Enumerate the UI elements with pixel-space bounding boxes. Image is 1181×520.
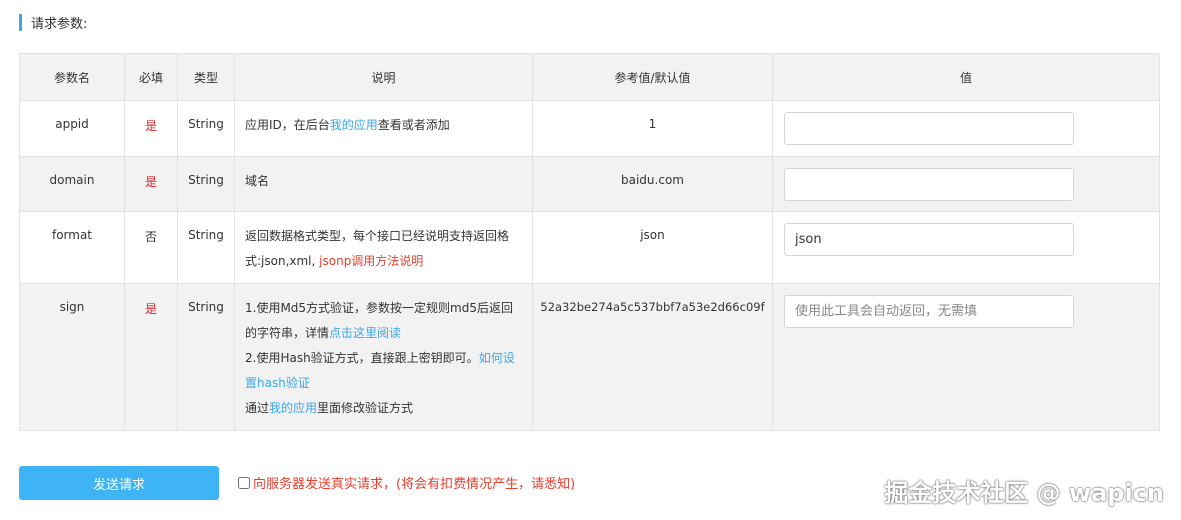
desc-text: 里面修改验证方式 — [317, 401, 414, 415]
param-name: sign — [19, 283, 125, 431]
watermark: 掘金技术社区 @ wapicn — [884, 479, 1164, 507]
param-required: 否 — [124, 211, 178, 284]
section-title: 请求参数: — [19, 13, 88, 32]
param-required: 是 — [124, 156, 178, 212]
param-type: String — [177, 100, 235, 157]
table-row: domain 是 String 域名 baidu.com — [19, 156, 1160, 212]
param-name: appid — [19, 100, 125, 157]
sign-input[interactable] — [784, 295, 1074, 328]
jsonp-doc-link[interactable]: jsonp调用方法说明 — [319, 254, 423, 268]
my-app-link[interactable]: 我的应用 — [330, 118, 378, 132]
param-value-cell — [772, 211, 1160, 284]
param-reference: 52a32be274a5c537bbf7a53e2d66c09f — [532, 283, 773, 431]
real-request-checkbox[interactable] — [238, 476, 250, 489]
my-app-link[interactable]: 我的应用 — [269, 401, 317, 415]
param-value-cell — [772, 156, 1160, 212]
param-required: 是 — [124, 100, 178, 157]
domain-input[interactable] — [784, 168, 1074, 201]
param-description: 1.使用Md5方式验证，参数按一定规则md5后返回的字符串，详情点击这里阅读 2.… — [234, 283, 533, 431]
table-row: sign 是 String 1.使用Md5方式验证，参数按一定规则md5后返回的… — [19, 283, 1160, 431]
desc-text: 通过 — [245, 401, 270, 415]
params-table: 参数名 必填 类型 说明 参考值/默认值 值 appid 是 String 应用… — [19, 53, 1160, 431]
param-type: String — [177, 211, 235, 284]
desc-text: 查看或者添加 — [377, 118, 450, 132]
param-reference: json — [532, 211, 773, 284]
desc-text: 2.使用Hash验证方式，直接跟上密钥即可。 — [245, 351, 479, 365]
param-value-cell — [772, 100, 1160, 157]
section-title-text: 请求参数: — [31, 16, 88, 32]
real-request-option[interactable]: 向服务器发送真实请求，(将会有扣费情况产生，请悉知) — [238, 473, 575, 492]
appid-input[interactable] — [784, 112, 1074, 145]
param-description: 返回数据格式类型，每个接口已经说明支持返回格式:json,xml, jsonp调… — [234, 211, 533, 284]
read-here-link[interactable]: 点击这里阅读 — [329, 326, 401, 340]
header-type: 类型 — [177, 53, 235, 101]
desc-text: 应用ID，在后台 — [245, 118, 330, 132]
param-reference: baidu.com — [532, 156, 773, 212]
header-required: 必填 — [124, 53, 178, 101]
real-request-label: 向服务器发送真实请求，(将会有扣费情况产生，请悉知) — [253, 477, 576, 492]
param-required: 是 — [124, 283, 178, 431]
header-param-name: 参数名 — [19, 53, 125, 101]
table-row: format 否 String 返回数据格式类型，每个接口已经说明支持返回格式:… — [19, 211, 1160, 284]
param-name: domain — [19, 156, 125, 212]
param-reference: 1 — [532, 100, 773, 157]
send-request-button[interactable]: 发送请求 — [19, 466, 219, 500]
param-type: String — [177, 283, 235, 431]
table-row: appid 是 String 应用ID，在后台我的应用查看或者添加 1 — [19, 100, 1160, 157]
header-value: 值 — [772, 53, 1160, 101]
param-description: 应用ID，在后台我的应用查看或者添加 — [234, 100, 533, 157]
param-name: format — [19, 211, 125, 284]
param-description: 域名 — [234, 156, 533, 212]
header-description: 说明 — [234, 53, 533, 101]
param-value-cell — [772, 283, 1160, 431]
format-input[interactable] — [784, 223, 1074, 256]
section-title-bar — [19, 13, 22, 31]
param-type: String — [177, 156, 235, 212]
table-header-row: 参数名 必填 类型 说明 参考值/默认值 值 — [19, 53, 1160, 101]
header-reference: 参考值/默认值 — [532, 53, 773, 101]
